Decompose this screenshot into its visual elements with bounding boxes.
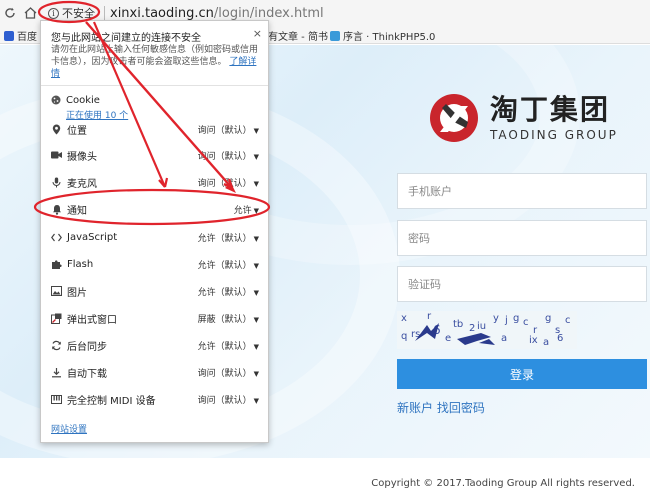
permission-label: 自动下载 — [67, 368, 107, 380]
brand-name-en: TAODING GROUP — [490, 128, 618, 142]
permission-value: 允许 ▼ — [233, 205, 259, 216]
permission-label: Flash — [67, 258, 94, 270]
permission-microphone[interactable]: 麦克风 询问（默认） ▼ — [51, 174, 259, 190]
permission-label: 弹出式窗口 — [67, 314, 117, 326]
permission-location[interactable]: 位置 询问（默认） ▼ — [51, 121, 259, 137]
bookmark-baidu[interactable]: 百度 — [4, 28, 37, 43]
cookie-icon — [51, 95, 62, 106]
permission-flash[interactable]: Flash 允许（默认） ▼ — [51, 256, 259, 272]
permission-midi[interactable]: 完全控制 MIDI 设备 询问（默认） ▼ — [51, 391, 259, 407]
account-links: 新账户 找回密码 — [397, 399, 485, 416]
permission-camera[interactable]: 摄像头 询问（默认） ▼ — [51, 147, 259, 163]
bookmark-favicon-icon — [4, 30, 14, 41]
permission-label: JavaScript — [67, 231, 118, 243]
permission-value: 允许（默认） ▼ — [197, 341, 259, 352]
phone-input[interactable]: 手机账户 — [397, 173, 647, 209]
dropdown-caret-icon: ▼ — [253, 152, 259, 161]
dropdown-caret-icon: ▼ — [253, 288, 259, 297]
security-label: 不安全 — [62, 7, 95, 20]
permission-value: 询问（默认） ▼ — [197, 395, 259, 406]
info-icon: i — [48, 7, 59, 19]
forgot-password-link[interactable]: 找回密码 — [437, 401, 485, 415]
bookmark-label: 序言 · ThinkPHP5.0 — [343, 32, 436, 43]
code-icon — [51, 232, 62, 243]
permission-value: 询问（默认） ▼ — [197, 151, 259, 162]
popup-description: 请勿在此网站上输入任何敏感信息（例如密码或信用卡信息），因为攻击者可能会盗取这些… — [51, 44, 261, 80]
camera-icon — [51, 150, 62, 161]
permission-value: 询问（默认） ▼ — [197, 125, 259, 136]
microphone-icon — [51, 177, 62, 188]
permission-label: 图片 — [67, 287, 87, 299]
dropdown-caret-icon: ▼ — [253, 179, 259, 188]
popup-description-text: 请勿在此网站上输入任何敏感信息（例如密码或信用卡信息），因为攻击者可能会盗取这些… — [51, 45, 259, 67]
permission-label: 通知 — [67, 205, 87, 217]
taoding-logo-icon — [430, 94, 478, 142]
image-icon — [51, 286, 62, 297]
permission-popups[interactable]: 弹出式窗口 屏蔽（默认） ▼ — [51, 310, 259, 326]
phone-placeholder: 手机账户 — [408, 185, 452, 198]
captcha-input[interactable]: 验证码 — [397, 266, 647, 302]
bookmark-label: 有文章 - 简书 — [268, 32, 328, 43]
permission-label: 麦克风 — [67, 178, 97, 190]
permission-value: 允许（默认） ▼ — [197, 233, 259, 244]
location-icon — [51, 124, 62, 135]
bookmark-thinkphp[interactable]: 序言 · ThinkPHP5.0 — [330, 28, 435, 43]
sync-icon — [51, 340, 62, 351]
permission-auto-download[interactable]: 自动下载 询问（默认） ▼ — [51, 364, 259, 380]
popup-title: 您与此网站之间建立的连接不安全 — [51, 33, 201, 44]
midi-icon — [51, 394, 62, 405]
popup-icon — [51, 313, 62, 324]
permission-label: 位置 — [67, 125, 87, 137]
bell-icon — [51, 204, 62, 215]
permission-notifications[interactable]: 通知 允许 ▼ — [51, 201, 259, 217]
password-input[interactable]: 密码 — [397, 220, 647, 256]
permission-value: 允许（默认） ▼ — [197, 287, 259, 298]
copyright-text: Copyright © 2017.Taoding Group All right… — [371, 478, 635, 489]
site-settings-link[interactable]: 网站设置 — [51, 422, 87, 435]
cookie-label: Cookie — [66, 95, 100, 106]
password-placeholder: 密码 — [408, 232, 430, 245]
permission-javascript[interactable]: JavaScript 允许（默认） ▼ — [51, 229, 259, 245]
download-icon — [51, 367, 62, 378]
permission-background-sync[interactable]: 后台同步 允许（默认） ▼ — [51, 337, 259, 353]
brand-name-cn: 淘丁集团 — [490, 93, 611, 126]
captcha-placeholder: 验证码 — [408, 278, 441, 291]
register-link[interactable]: 新账户 — [397, 401, 433, 415]
url-field[interactable]: xinxi.taoding.cn/login/index.html — [110, 6, 324, 21]
permission-label: 后台同步 — [67, 341, 107, 353]
permission-images[interactable]: 图片 允许（默认） ▼ — [51, 283, 259, 299]
popup-divider — [41, 85, 268, 86]
dropdown-caret-icon: ▼ — [253, 396, 259, 405]
bookmark-label: 百度 — [17, 32, 37, 43]
dropdown-caret-icon: ▼ — [253, 315, 259, 324]
bookmark-favicon-icon — [330, 30, 340, 41]
dropdown-caret-icon: ▼ — [253, 206, 259, 215]
footer: Copyright © 2017.Taoding Group All right… — [0, 458, 650, 500]
bookmark-jianshu[interactable]: 有文章 - 简书 — [268, 28, 328, 43]
address-separator — [104, 6, 105, 20]
url-host: xinxi.taoding.cn — [110, 5, 214, 21]
brand-logo: 淘丁集团 TAODING GROUP — [428, 92, 618, 144]
cookie-usage-link[interactable]: 正在使用 10 个 — [66, 108, 128, 121]
dropdown-caret-icon: ▼ — [253, 126, 259, 135]
captcha-image[interactable]: x r 6 tb 2 iu y j g c r g s c q rs e a i… — [397, 311, 577, 349]
login-button[interactable]: 登录 — [397, 359, 647, 389]
reload-icon[interactable] — [0, 2, 20, 24]
dropdown-caret-icon: ▼ — [253, 342, 259, 351]
permission-value: 询问（默认） ▼ — [197, 368, 259, 379]
home-icon[interactable] — [20, 2, 40, 24]
permission-value: 询问（默认） ▼ — [197, 178, 259, 189]
cookie-section: Cookie 正在使用 10 个 — [51, 95, 128, 121]
puzzle-icon — [51, 259, 62, 270]
permission-value: 允许（默认） ▼ — [197, 260, 259, 271]
close-icon[interactable]: × — [253, 27, 262, 40]
dropdown-caret-icon: ▼ — [253, 261, 259, 270]
permission-label: 摄像头 — [67, 151, 97, 163]
permission-value: 屏蔽（默认） ▼ — [197, 314, 259, 325]
dropdown-caret-icon: ▼ — [253, 234, 259, 243]
url-path: /login/index.html — [213, 5, 324, 21]
dropdown-caret-icon: ▼ — [253, 369, 259, 378]
permission-label: 完全控制 MIDI 设备 — [67, 395, 156, 407]
site-info-popup: 您与此网站之间建立的连接不安全 × 请勿在此网站上输入任何敏感信息（例如密码或信… — [40, 20, 269, 443]
